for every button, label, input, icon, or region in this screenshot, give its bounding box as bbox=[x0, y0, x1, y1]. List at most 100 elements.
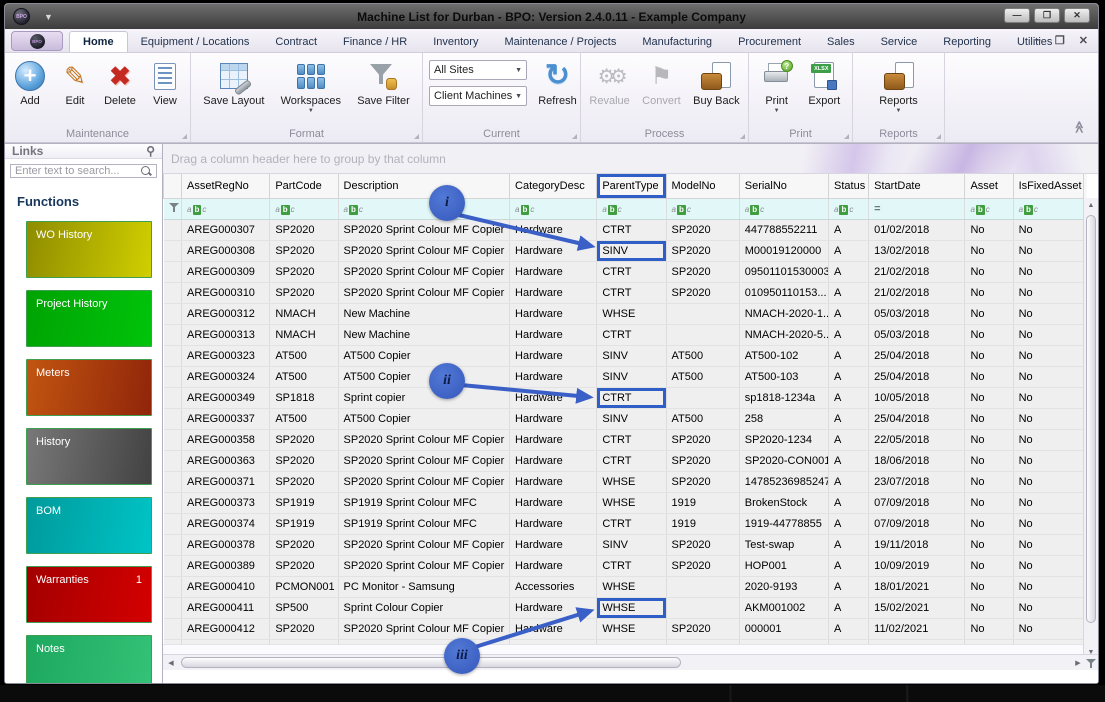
cell-parenttype[interactable]: CTRT bbox=[597, 282, 666, 303]
cell-status[interactable]: A bbox=[829, 576, 869, 597]
refresh-button[interactable]: ↻ Refresh bbox=[535, 58, 580, 109]
cell-startdate[interactable]: 18/01/2021 bbox=[869, 576, 965, 597]
cell-isfixedasset[interactable]: No bbox=[1013, 492, 1083, 513]
cell-isfixedasset[interactable]: No bbox=[1013, 366, 1083, 387]
cell-categorydesc[interactable]: Hardware bbox=[510, 429, 597, 450]
cell-asset[interactable]: No bbox=[965, 492, 1013, 513]
cell-asset[interactable]: No bbox=[965, 345, 1013, 366]
cell-startdate[interactable]: 07/09/2018 bbox=[869, 513, 965, 534]
row-indicator[interactable] bbox=[164, 576, 182, 597]
vertical-scroll-thumb[interactable] bbox=[1086, 215, 1096, 623]
cell-status[interactable]: A bbox=[829, 492, 869, 513]
cell-parenttype[interactable]: WHSE bbox=[597, 471, 666, 492]
cell-modelno[interactable]: 1919 bbox=[666, 492, 739, 513]
cell-assetregno[interactable]: AREG000349 bbox=[182, 387, 270, 408]
cell-categorydesc[interactable]: Hardware bbox=[510, 513, 597, 534]
cell-partcode[interactable]: SP2020 bbox=[270, 471, 338, 492]
cell-assetregno[interactable]: AREG000374 bbox=[182, 513, 270, 534]
horizontal-scrollbar[interactable]: ◀ ▶ bbox=[163, 654, 1098, 670]
cell-assetregno[interactable]: AREG000363 bbox=[182, 450, 270, 471]
cell-assetregno[interactable]: AREG000389 bbox=[182, 555, 270, 576]
cell-description[interactable]: SP2020 Sprint Colour MF Copier bbox=[338, 261, 510, 282]
cell-status[interactable]: A bbox=[829, 324, 869, 345]
cell-isfixedasset[interactable]: No bbox=[1013, 513, 1083, 534]
cell-serialno[interactable]: M00019120000 bbox=[739, 240, 828, 261]
cell-description[interactable]: New Machine bbox=[338, 324, 510, 345]
search-icon[interactable] bbox=[140, 165, 152, 177]
cell-status[interactable]: A bbox=[829, 429, 869, 450]
cell-asset[interactable]: No bbox=[965, 219, 1013, 240]
cell-isfixedasset[interactable]: No bbox=[1013, 471, 1083, 492]
filter-cell-categorydesc[interactable]: abc bbox=[510, 198, 597, 219]
cell-categorydesc[interactable]: Hardware bbox=[510, 471, 597, 492]
function-button-meters[interactable]: Meters bbox=[26, 359, 152, 416]
function-button-history[interactable]: History bbox=[26, 428, 152, 485]
cell-startdate[interactable]: 11/02/2021 bbox=[869, 618, 965, 639]
cell-asset[interactable]: No bbox=[965, 240, 1013, 261]
cell-categorydesc[interactable]: Hardware bbox=[510, 345, 597, 366]
delete-button[interactable]: ✖ Delete bbox=[100, 58, 140, 109]
cell-categorydesc[interactable]: Hardware bbox=[510, 324, 597, 345]
mdi-restore-button[interactable]: ❐ bbox=[1055, 34, 1065, 47]
cell-startdate[interactable]: 05/03/2018 bbox=[869, 303, 965, 324]
view-button[interactable]: View bbox=[145, 58, 185, 109]
cell-isfixedasset[interactable]: No bbox=[1013, 450, 1083, 471]
cell-status[interactable]: A bbox=[829, 282, 869, 303]
row-indicator[interactable] bbox=[164, 597, 182, 618]
filter-cell-status[interactable]: abc bbox=[829, 198, 869, 219]
filter-cell-parenttype[interactable]: abc bbox=[597, 198, 666, 219]
cell-assetregno[interactable]: AREG000313 bbox=[182, 324, 270, 345]
column-header-status[interactable]: Status bbox=[829, 174, 869, 198]
cell-isfixedasset[interactable]: No bbox=[1013, 387, 1083, 408]
cell-asset[interactable]: No bbox=[965, 408, 1013, 429]
cell-startdate[interactable]: 21/02/2018 bbox=[869, 261, 965, 282]
filter-cell-isfixedasset[interactable]: abc bbox=[1013, 198, 1083, 219]
cell-modelno[interactable]: SP2020 bbox=[666, 555, 739, 576]
cell-parenttype[interactable]: CTRT bbox=[597, 324, 666, 345]
search-input[interactable] bbox=[15, 165, 140, 177]
cell-startdate[interactable]: 23/07/2018 bbox=[869, 471, 965, 492]
cell-partcode[interactable]: SP1818 bbox=[270, 387, 338, 408]
column-header-modelno[interactable]: ModelNo bbox=[666, 174, 739, 198]
cell-startdate[interactable]: 21/02/2018 bbox=[869, 282, 965, 303]
tab-sales[interactable]: Sales bbox=[814, 32, 868, 52]
cell-description[interactable]: SP1919 Sprint Colour MFC bbox=[338, 513, 510, 534]
column-header-asset[interactable]: Asset bbox=[965, 174, 1013, 198]
cell-assetregno[interactable]: AREG000337 bbox=[182, 408, 270, 429]
cell-isfixedasset[interactable]: No bbox=[1013, 240, 1083, 261]
buy-back-button[interactable]: Buy Back bbox=[689, 58, 743, 109]
tab-manufacturing[interactable]: Manufacturing bbox=[629, 32, 725, 52]
column-header-isfixedasset[interactable]: IsFixedAsset bbox=[1013, 174, 1083, 198]
cell-startdate[interactable]: 01/02/2018 bbox=[869, 219, 965, 240]
row-indicator[interactable] bbox=[164, 219, 182, 240]
cell-status[interactable]: A bbox=[829, 240, 869, 261]
cell-assetregno[interactable]: AREG000373 bbox=[182, 492, 270, 513]
cell-description[interactable]: AT500 Copier bbox=[338, 345, 510, 366]
cell-categorydesc[interactable]: Accessories bbox=[510, 576, 597, 597]
cell-asset[interactable]: No bbox=[965, 471, 1013, 492]
tab-home[interactable]: Home bbox=[69, 31, 128, 52]
cell-startdate[interactable]: 25/04/2018 bbox=[869, 366, 965, 387]
filter-cell-asset[interactable]: abc bbox=[965, 198, 1013, 219]
cell-parenttype[interactable]: SINV bbox=[597, 534, 666, 555]
cell-serialno[interactable]: NMACH-2020-5... bbox=[739, 324, 828, 345]
row-indicator[interactable] bbox=[164, 471, 182, 492]
cell-assetregno[interactable]: AREG000307 bbox=[182, 219, 270, 240]
cell-startdate[interactable]: 07/09/2018 bbox=[869, 492, 965, 513]
cell-assetregno[interactable]: AREG000358 bbox=[182, 429, 270, 450]
cell-description[interactable]: AT500 Copier bbox=[338, 366, 510, 387]
filter-panel-icon[interactable] bbox=[1086, 658, 1096, 668]
cell-startdate[interactable]: 13/02/2018 bbox=[869, 240, 965, 261]
row-indicator[interactable] bbox=[164, 366, 182, 387]
cell-modelno[interactable]: SP2020 bbox=[666, 429, 739, 450]
cell-modelno[interactable] bbox=[666, 303, 739, 324]
function-button-project-history[interactable]: Project History bbox=[26, 290, 152, 347]
cell-parenttype[interactable]: WHSE bbox=[597, 303, 666, 324]
cell-description[interactable]: SP2020 Sprint Colour MF Copier bbox=[338, 219, 510, 240]
cell-asset[interactable]: No bbox=[965, 429, 1013, 450]
cell-modelno[interactable]: SP2020 bbox=[666, 471, 739, 492]
scroll-left-icon[interactable]: ◀ bbox=[163, 659, 179, 667]
row-indicator[interactable] bbox=[164, 282, 182, 303]
cell-isfixedasset[interactable]: No bbox=[1013, 597, 1083, 618]
cell-categorydesc[interactable]: Hardware bbox=[510, 555, 597, 576]
